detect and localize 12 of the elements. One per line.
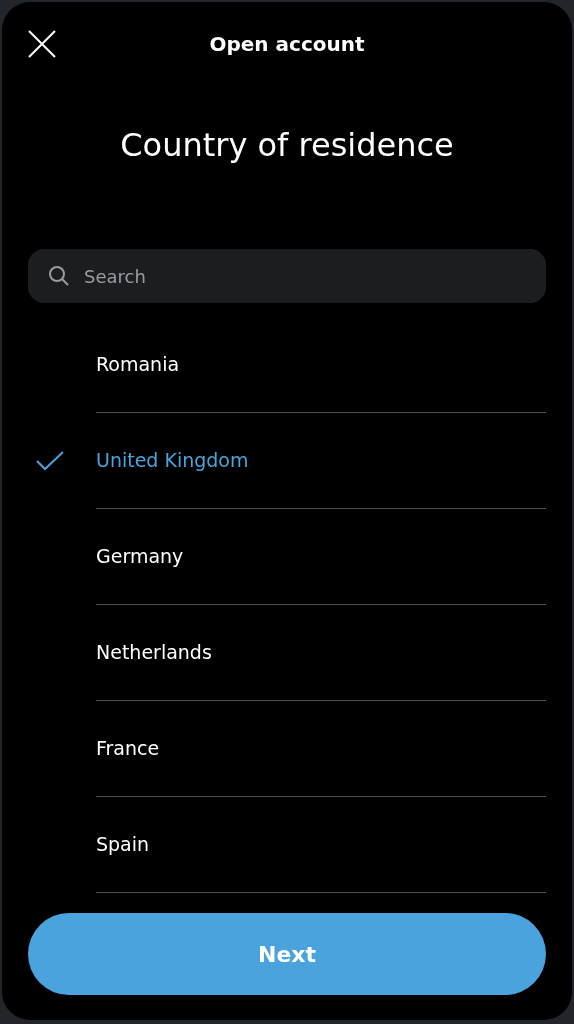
search-icon [48, 265, 70, 287]
search-field[interactable]: Search [28, 249, 546, 303]
close-icon[interactable] [28, 30, 56, 58]
country-item[interactable]: Netherlands [28, 605, 546, 701]
country-item[interactable]: Romania [28, 317, 546, 413]
country-item[interactable]: Spain [28, 797, 546, 893]
country-item[interactable]: Germany [28, 509, 546, 605]
country-item[interactable]: France [28, 701, 546, 797]
screen-title: Open account [209, 32, 365, 56]
checkmark-icon [36, 451, 64, 471]
country-item[interactable]: United Kingdom [28, 413, 546, 509]
page-heading: Country of residence [119, 126, 455, 166]
